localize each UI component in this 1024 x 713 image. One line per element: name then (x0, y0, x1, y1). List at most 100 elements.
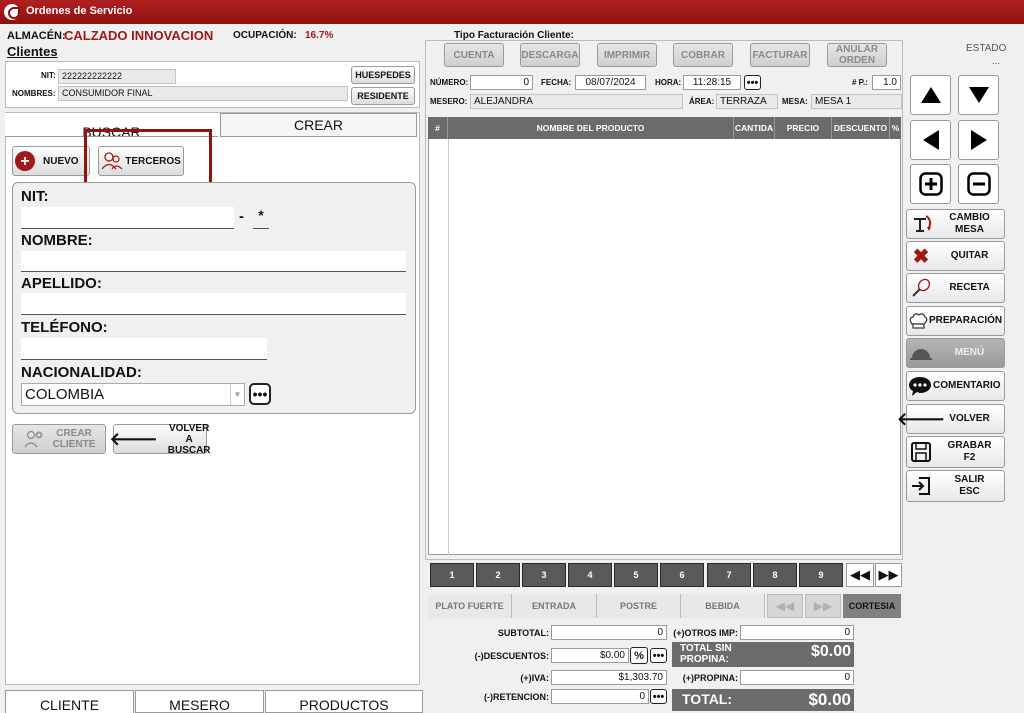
nacionalidad-select[interactable]: COLOMBIA ▼ (21, 383, 245, 406)
percent-icon[interactable]: % (630, 647, 648, 664)
category-prev-icon[interactable]: ◀◀ (767, 594, 803, 618)
area-field[interactable]: TERRAZA (716, 94, 778, 109)
nacionalidad-more-button[interactable]: ••• (249, 383, 271, 405)
fecha-field[interactable]: 08/07/2024 (575, 75, 646, 90)
page-prev-icon[interactable]: ◀◀ (846, 563, 874, 587)
retencion-label: (-)RETENCION: (484, 692, 549, 702)
client-nit-label: NIT: (41, 71, 56, 80)
increase-button[interactable] (910, 164, 951, 204)
page-button-5[interactable]: 5 (614, 563, 658, 587)
page-button-3[interactable]: 3 (522, 563, 566, 587)
save-icon (911, 442, 931, 462)
almacen-value: CALZADO INNOVACION (64, 28, 214, 43)
decrease-button[interactable] (958, 164, 999, 204)
table-divider (448, 139, 449, 555)
volver-button[interactable]: 🡐 VOLVER (897, 404, 1005, 434)
dv-input[interactable]: * (253, 207, 269, 229)
cobrar-button[interactable]: COBRAR (673, 43, 733, 67)
tab-cliente[interactable]: CLIENTE (5, 690, 134, 713)
nombre-input[interactable] (21, 251, 406, 272)
cloche-icon (910, 349, 932, 360)
facturar-button[interactable]: FACTURAR (750, 43, 810, 67)
client-nombres-label: NOMBRES: (12, 89, 56, 98)
mesa-field[interactable]: MESA 1 (811, 94, 902, 109)
page-next-icon[interactable]: ▶▶ (875, 563, 902, 587)
total-box: TOTAL: $0.00 (672, 689, 854, 711)
category-plato-fuerte[interactable]: PLATO FUERTE (428, 594, 512, 618)
receta-button[interactable]: RECETA (906, 273, 1005, 303)
arrow-left-button[interactable] (910, 120, 951, 160)
apellido-input[interactable] (21, 293, 406, 315)
arrow-down-button[interactable] (958, 75, 999, 115)
arrow-up-button[interactable] (910, 75, 951, 115)
retencion-field: 0 (551, 689, 649, 704)
client-nombres-field[interactable]: CONSUMIDOR FINAL (58, 86, 348, 101)
whisk-icon (912, 278, 931, 297)
subtotal-label: SUBTOTAL: (497, 628, 549, 638)
page-button-6[interactable]: 6 (660, 563, 704, 587)
client-nit-field[interactable]: 222222222222 (58, 69, 176, 84)
cuenta-button[interactable]: CUENTA (444, 43, 504, 67)
nit-input[interactable] (21, 207, 234, 229)
nacionalidad-label: NACIONALIDAD: (21, 364, 142, 381)
tab-productos[interactable]: PRODUCTOS (265, 690, 423, 713)
category-next-icon[interactable]: ▶▶ (805, 594, 841, 618)
cortesia-button[interactable]: CORTESIA (843, 594, 901, 618)
np-label: # P.: (852, 78, 868, 87)
imprimir-button[interactable]: IMPRIMIR (597, 43, 657, 67)
swap-table-icon (914, 215, 932, 232)
minus-square-icon (966, 172, 991, 196)
huespedes-button[interactable]: HUESPEDES (351, 66, 415, 84)
descarga-button[interactable]: DESCARGA (520, 43, 580, 67)
mesero-field[interactable]: ALEJANDRA (470, 94, 683, 109)
hora-field[interactable]: 11:28:15 (683, 75, 741, 90)
cambio-mesa-button[interactable]: CAMBIO MESA (906, 209, 1005, 239)
mesa-label: MESA: (782, 97, 808, 106)
volver-buscar-button[interactable]: 🡐 VOLVER A BUSCAR (109, 423, 210, 456)
tab-crear[interactable]: CREAR (220, 113, 417, 137)
hora-more-button[interactable]: ••• (744, 75, 761, 90)
salir-button[interactable]: SALIR ESC (906, 470, 1005, 502)
arrow-right-button[interactable] (958, 120, 999, 160)
col-index: # (428, 117, 448, 139)
plus-square-icon (918, 172, 943, 196)
col-precio: PRECIO (775, 117, 832, 139)
col-cantidad: CANTIDA (734, 117, 775, 139)
fecha-label: FECHA: (541, 78, 572, 87)
page-button-4[interactable]: 4 (568, 563, 612, 587)
residente-button[interactable]: RESIDENTE (351, 87, 415, 105)
page-button-8[interactable]: 8 (753, 563, 797, 587)
numero-field[interactable]: 0 (470, 75, 533, 90)
numero-label: NÚMERO: (430, 78, 469, 87)
category-postre[interactable]: POSTRE (597, 594, 681, 618)
preparacion-button[interactable]: PREPARACIÓN (906, 306, 1005, 336)
page-button-9[interactable]: 9 (799, 563, 843, 587)
grabar-button[interactable]: GRABAR F2 (906, 436, 1005, 468)
crear-cliente-button[interactable]: CREAR CLIENTE (12, 424, 106, 454)
np-field[interactable]: 1.0 (872, 75, 901, 90)
total-value: $0.00 (808, 690, 851, 709)
telefono-input[interactable] (21, 338, 267, 360)
products-table-header: # NOMBRE DEL PRODUCTO CANTIDA PRECIO DES… (428, 117, 901, 139)
nit-label: NIT: (21, 188, 49, 205)
retencion-more-button[interactable]: ••• (650, 689, 667, 704)
quitar-button[interactable]: ✖ QUITAR (906, 241, 1005, 271)
anular-orden-button[interactable]: ANULAR ORDEN (827, 43, 887, 67)
descuentos-more-button[interactable]: ••• (650, 648, 667, 663)
category-entrada[interactable]: ENTRADA (512, 594, 597, 618)
app-logo-icon (4, 4, 20, 20)
comentario-button[interactable]: COMENTARIO (906, 371, 1005, 401)
estado-value: ... (992, 56, 1001, 67)
exit-icon (912, 477, 930, 495)
page-button-7[interactable]: 7 (707, 563, 751, 587)
almacen-label: ALMACÉN: (7, 30, 66, 42)
category-bebida[interactable]: BEBIDA (681, 594, 765, 618)
menu-button[interactable]: MENÚ (906, 338, 1005, 368)
page-button-2[interactable]: 2 (476, 563, 520, 587)
nombre-label: NOMBRE: (21, 232, 93, 249)
telefono-label: TELÉFONO: (21, 319, 108, 336)
propina-field[interactable]: 0 (740, 670, 854, 685)
nuevo-button[interactable]: + NUEVO (12, 146, 90, 176)
tab-mesero[interactable]: MESERO (135, 690, 264, 713)
page-button-1[interactable]: 1 (430, 563, 474, 587)
